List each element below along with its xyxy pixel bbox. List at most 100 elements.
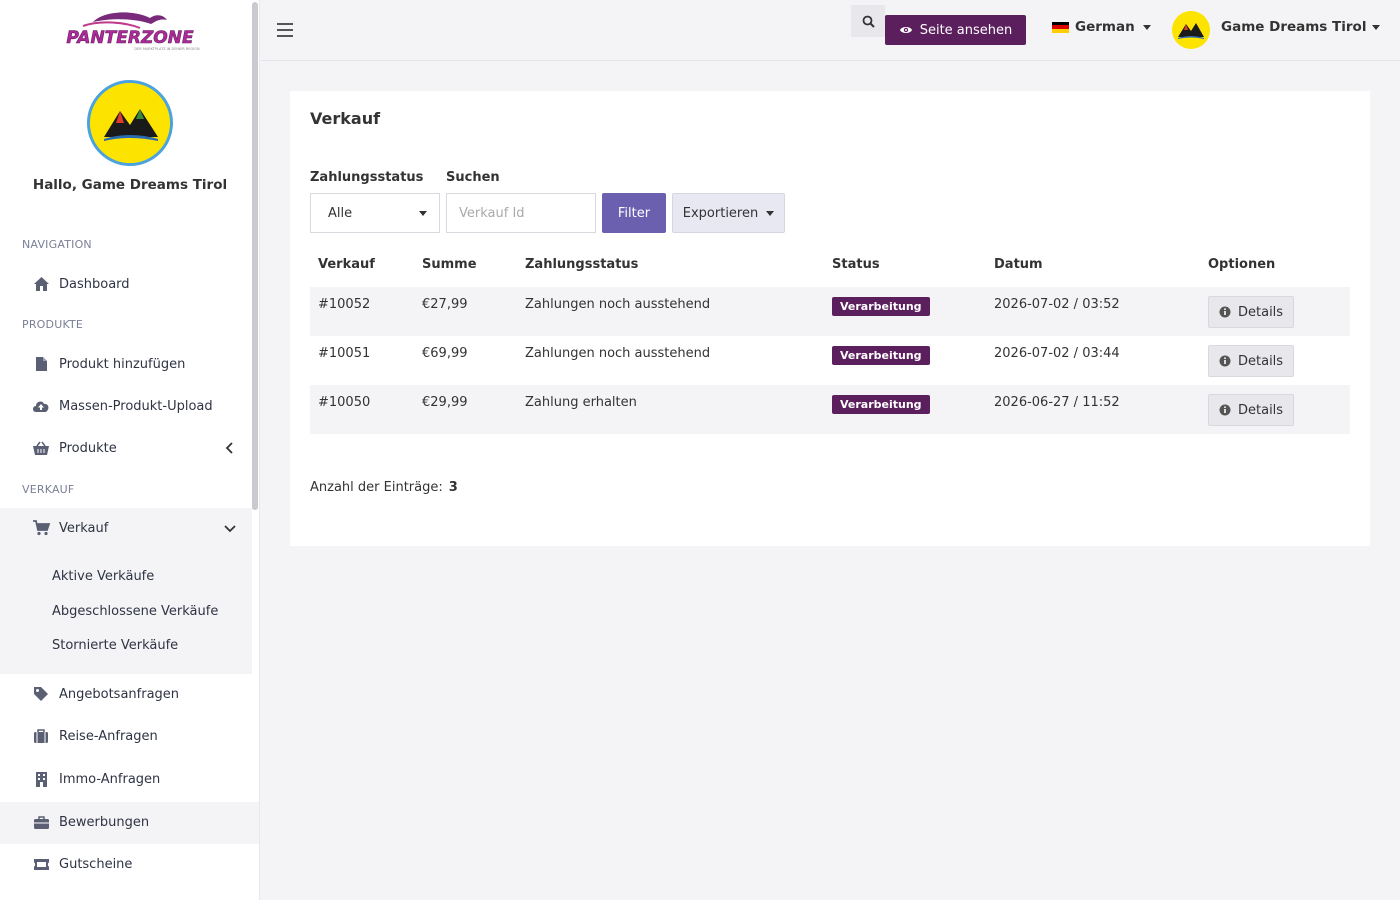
- details-button[interactable]: Details: [1208, 296, 1295, 328]
- logo-wordmark: PANTERZONE: [66, 28, 194, 48]
- sidebar-item-label: Massen-Produkt-Upload: [59, 398, 213, 414]
- sale-id-search-input[interactable]: Verkauf Id: [446, 193, 596, 233]
- greeting: Hallo, Game Dreams Tirol: [32, 177, 228, 193]
- cell-payment-status: Zahlung erhalten: [517, 385, 824, 434]
- info-icon: [1219, 404, 1231, 416]
- view-site-label: Seite ansehen: [919, 22, 1013, 38]
- table-row: #10052 €27,99 Zahlungen noch ausstehend …: [310, 287, 1350, 336]
- sidebar-scrollbar[interactable]: [252, 2, 258, 510]
- sidebar-subitem-aktive-verkaeufe[interactable]: Aktive Verkäufe: [52, 569, 154, 584]
- cell-sum: €27,99: [414, 287, 517, 336]
- details-label: Details: [1238, 353, 1284, 369]
- caret-down-icon: [1142, 24, 1151, 30]
- sidebar: PANTERZONE DER MARKTPLATZ IN DEINER REGI…: [0, 0, 260, 900]
- sidebar-item-immo-anfragen[interactable]: Immo-Anfragen: [0, 759, 252, 799]
- view-site-button[interactable]: Seite ansehen: [885, 15, 1026, 45]
- sidebar-item-gutscheine[interactable]: Gutscheine: [0, 844, 252, 884]
- cell-payment-status: Zahlungen noch ausstehend: [525, 346, 711, 361]
- user-avatar[interactable]: [1172, 11, 1210, 49]
- payment-status-label: Zahlungsstatus: [310, 170, 424, 185]
- hamburger-menu-icon[interactable]: [276, 22, 294, 40]
- sidebar-item-label: Reise-Anfragen: [59, 728, 158, 744]
- panterzone-logo[interactable]: PANTERZONE DER MARKTPLATZ IN DEINER REGI…: [55, 8, 205, 54]
- briefcase-icon: [32, 813, 50, 831]
- building-icon: [32, 770, 50, 788]
- cell-status: Verarbeitung: [824, 287, 986, 336]
- cell-sum: €69,99: [422, 346, 468, 361]
- language-label: German: [1075, 19, 1135, 35]
- table-header-row: Verkauf Summe Zahlungsstatus Status Datu…: [310, 242, 1350, 287]
- cell-options: Details: [1200, 336, 1350, 385]
- eye-icon: [899, 27, 912, 33]
- sidebar-item-label: Produkt hinzufügen: [59, 356, 186, 372]
- chevron-down-icon[interactable]: [222, 520, 238, 536]
- status-badge: Verarbeitung: [832, 395, 930, 414]
- status-badge: Verarbeitung: [832, 297, 930, 316]
- sidebar-item-produkte[interactable]: Produkte: [0, 428, 252, 468]
- entry-count-value: 3: [448, 480, 458, 495]
- verkauf-submenu: Verkauf Aktive Verkäufe Abgeschlossene V…: [0, 508, 252, 674]
- details-button[interactable]: Details: [1208, 394, 1295, 426]
- entry-count-label: Anzahl der Einträge:: [310, 480, 443, 495]
- ticket-icon: [32, 855, 50, 873]
- search-icon: [862, 15, 875, 28]
- payment-status-value: Alle: [328, 205, 353, 221]
- column-header-status: Status: [832, 257, 880, 272]
- cart-icon: [32, 519, 50, 537]
- column-header-summe: Summe: [422, 257, 477, 272]
- details-button[interactable]: Details: [1208, 345, 1295, 377]
- sidebar-item-bewerbungen[interactable]: Bewerbungen: [0, 802, 252, 842]
- home-icon: [32, 275, 50, 293]
- info-icon: [1219, 306, 1231, 318]
- tag-icon: [32, 685, 50, 703]
- profile-avatar[interactable]: [87, 80, 173, 166]
- cell-date: 2026-07-02 / 03:44: [994, 346, 1120, 361]
- sidebar-item-angebotsanfragen[interactable]: Angebotsanfragen: [0, 674, 252, 714]
- language-selector[interactable]: German: [1052, 19, 1151, 35]
- cell-status: Verarbeitung: [824, 385, 986, 434]
- cell-status: Verarbeitung: [824, 336, 986, 385]
- sidebar-subitem-stornierte-verkaeufe[interactable]: Stornierte Verkäufe: [52, 638, 178, 653]
- export-button[interactable]: Exportieren: [672, 193, 785, 233]
- cell-sum: €29,99: [414, 385, 517, 434]
- sidebar-item-produkt-hinzufuegen[interactable]: Produkt hinzufügen: [0, 344, 252, 384]
- cell-options: Details: [1200, 287, 1350, 336]
- logo-tagline: DER MARKTPLATZ IN DEINER REGION: [134, 47, 200, 51]
- sidebar-item-verkauf[interactable]: Verkauf: [0, 508, 252, 548]
- chevron-left-icon[interactable]: [222, 440, 238, 456]
- sidebar-item-label: Produkte: [59, 440, 117, 456]
- sidebar-item-label: Gutscheine: [59, 856, 133, 872]
- section-label-verkauf: VERKAUF: [22, 483, 75, 496]
- sidebar-item-label: Dashboard: [59, 276, 130, 292]
- cell-date: 2026-06-27 / 11:52: [986, 385, 1200, 434]
- payment-status-select[interactable]: Alle: [310, 193, 440, 233]
- sidebar-item-massen-upload[interactable]: Massen-Produkt-Upload: [0, 386, 252, 426]
- sidebar-item-reise-anfragen[interactable]: Reise-Anfragen: [0, 716, 252, 756]
- cell-sale-id: #10050: [310, 385, 414, 434]
- cell-date: 2026-07-02 / 03:52: [986, 287, 1200, 336]
- column-header-datum: Datum: [994, 257, 1043, 272]
- cloud-upload-icon: [32, 397, 50, 415]
- search-button[interactable]: [851, 5, 885, 37]
- filter-button[interactable]: Filter: [602, 193, 666, 233]
- column-header-verkauf: Verkauf: [318, 257, 375, 272]
- sidebar-subitem-abgeschlossene-verkaeufe[interactable]: Abgeschlossene Verkäufe: [52, 604, 218, 619]
- suitcase-icon: [32, 727, 50, 745]
- file-icon: [32, 355, 50, 373]
- column-header-optionen: Optionen: [1208, 257, 1276, 272]
- column-header-zahlungsstatus: Zahlungsstatus: [525, 257, 639, 272]
- status-badge: Verarbeitung: [832, 346, 930, 365]
- sales-card: Verkauf Zahlungsstatus Suchen Alle Verka…: [290, 91, 1370, 546]
- user-menu[interactable]: Game Dreams Tirol: [1221, 19, 1381, 35]
- caret-down-icon: [419, 211, 427, 216]
- sidebar-item-dashboard[interactable]: Dashboard: [0, 264, 252, 304]
- details-label: Details: [1238, 402, 1284, 418]
- section-label-navigation: NAVIGATION: [22, 238, 92, 251]
- sidebar-item-label: Verkauf: [59, 520, 109, 536]
- details-label: Details: [1238, 304, 1284, 320]
- user-name-label: Game Dreams Tirol: [1221, 19, 1367, 35]
- cell-sale-id: #10051: [318, 346, 371, 361]
- search-label: Suchen: [446, 170, 500, 185]
- german-flag-icon: [1052, 21, 1069, 33]
- caret-down-icon: [766, 210, 775, 216]
